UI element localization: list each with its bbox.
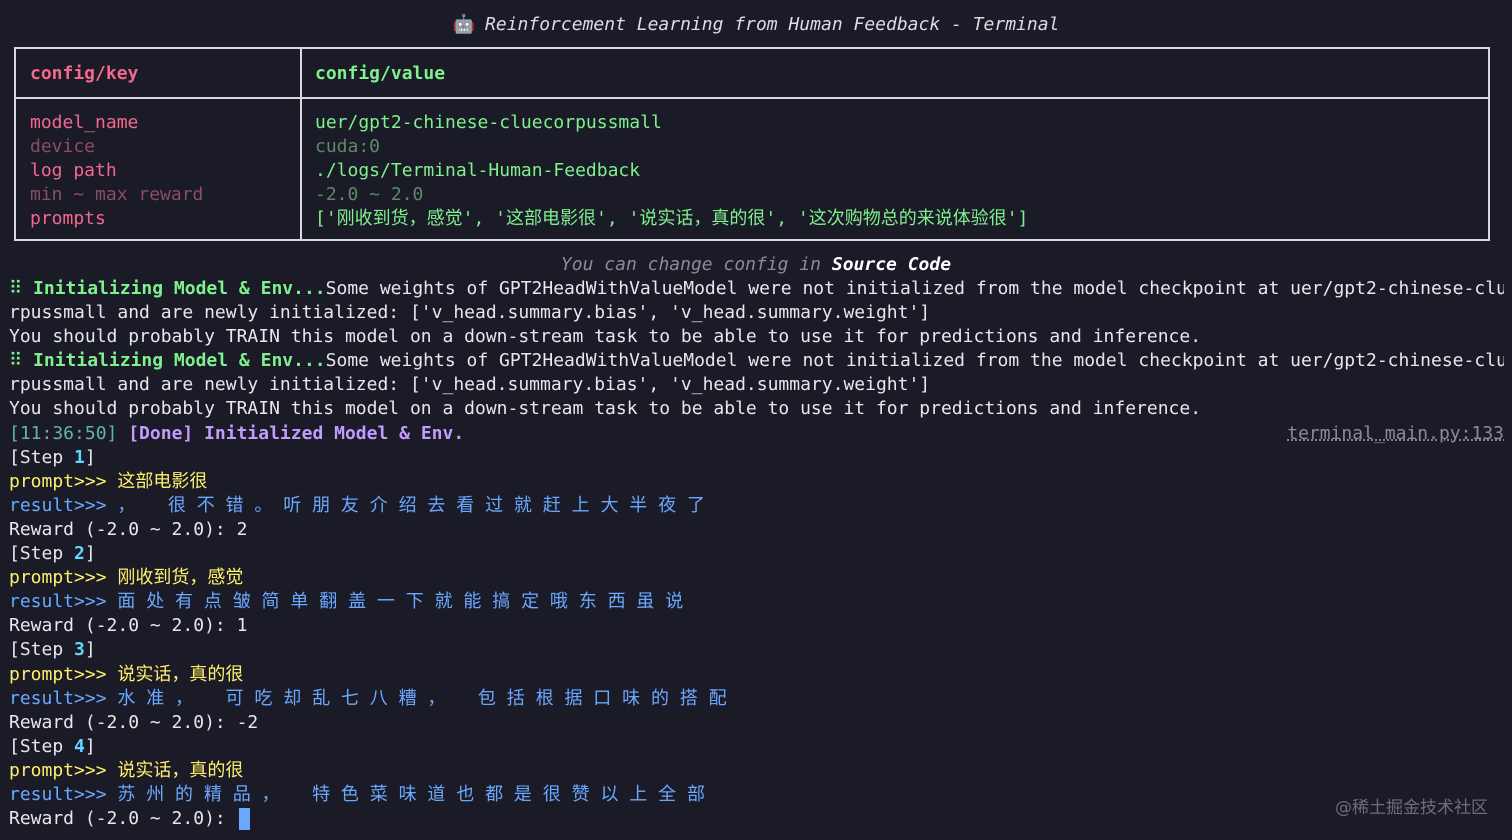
step-suffix: ]: [84, 446, 96, 468]
step-suffix: ]: [84, 639, 96, 661]
config-key-prompts: prompts: [30, 208, 106, 229]
reward-value: 2: [236, 518, 248, 540]
robot-icon: 🤖: [452, 14, 476, 35]
reward-input-line[interactable]: Reward (-2.0 ~ 2.0):: [9, 807, 1504, 831]
step-number: 2: [74, 543, 85, 565]
config-table: config/key config/value model_name devic…: [14, 47, 1490, 241]
reward-line: Reward (-2.0 ~ 2.0): 1: [9, 614, 1504, 638]
reward-line: Reward (-2.0 ~ 2.0): 2: [9, 518, 1504, 542]
config-key-model-name: model_name: [30, 112, 139, 133]
prompt-label: prompt>>>: [9, 663, 118, 685]
reward-value: 1: [236, 615, 248, 637]
reward-label: Reward (-2.0 ~ 2.0):: [9, 518, 237, 540]
step-number: 3: [74, 639, 85, 661]
prompt-line: prompt>>> 说实话，真的很: [9, 663, 1504, 687]
prompt-label: prompt>>>: [9, 759, 118, 781]
done-line: [11:36:50] [Done] Initialized Model & En…: [9, 422, 1504, 446]
result-text: 苏 州 的 精 品 ， 特 色 菜 味 道 也 都 是 很 赞 以 上 全 部: [117, 783, 705, 805]
timestamp: [11:36:50]: [9, 422, 118, 444]
result-text: 水 准 ， 可 吃 却 乱 七 八 糟 ， 包 括 根 据 口 味 的 搭 配: [117, 687, 727, 709]
config-value-device: cuda:0: [315, 136, 381, 157]
terminal-cursor: [238, 808, 250, 831]
config-hint-source: Source Code: [831, 254, 952, 275]
step-header: [Step 1]: [9, 446, 1504, 470]
config-keys: model_name device log path min ~ max rew…: [30, 111, 203, 231]
init-line: rpussmall and are newly initialized: ['v…: [9, 302, 931, 324]
step-number: 1: [74, 446, 85, 468]
prompt-line: prompt>>> 这部电影很: [9, 470, 1504, 494]
window-title-text: Reinforcement Learning from Human Feedba…: [485, 14, 1060, 35]
step-number: 4: [74, 735, 85, 757]
reward-label: Reward (-2.0 ~ 2.0):: [9, 808, 237, 830]
config-key-log-path: log path: [30, 160, 117, 181]
result-line: result>>> 面 处 有 点 皱 简 单 翻 盖 一 下 就 能 搞 定 …: [9, 590, 1504, 614]
init-line: You should probably TRAIN this model on …: [9, 326, 1202, 348]
prompt-line: prompt>>> 刚收到货，感觉: [9, 566, 1504, 590]
config-value-log-path: ./logs/Terminal-Human-Feedback: [315, 160, 641, 181]
prompt-text: 说实话，真的很: [117, 663, 244, 685]
step-header: [Step 2]: [9, 542, 1504, 566]
config-value-model-name: uer/gpt2-chinese-cluecorpussmall: [315, 112, 662, 133]
result-text: ， 很 不 错 。 听 朋 友 介 绍 去 看 过 就 赶 上 大 半 夜 了: [117, 494, 705, 516]
init-message: Some weights of GPT2HeadWithValueModel w…: [325, 350, 1504, 372]
reward-label: Reward (-2.0 ~ 2.0):: [9, 615, 237, 637]
prompt-text: 刚收到货，感觉: [117, 567, 244, 589]
config-hint-text: You can change config in: [560, 254, 832, 275]
step-suffix: ]: [84, 543, 96, 565]
prompt-text: 这部电影很: [117, 470, 208, 492]
reward-label: Reward (-2.0 ~ 2.0):: [9, 711, 237, 733]
config-value-reward-range: -2.0 ~ 2.0: [315, 184, 424, 205]
result-line: result>>> 水 准 ， 可 吃 却 乱 七 八 糟 ， 包 括 根 据 …: [9, 687, 1504, 711]
prompt-text: 说实话，真的很: [117, 759, 244, 781]
result-line: result>>> ， 很 不 错 。 听 朋 友 介 绍 去 看 过 就 赶 …: [9, 494, 1504, 518]
terminal-output: ⠿ Initializing Model & Env...Some weight…: [9, 277, 1504, 831]
result-label: result>>>: [9, 494, 118, 516]
init-line: You should probably TRAIN this model on …: [9, 398, 1202, 420]
step-header: [Step 4]: [9, 735, 1504, 759]
result-label: result>>>: [9, 591, 118, 613]
prompt-label: prompt>>>: [9, 470, 118, 492]
result-label: result>>>: [9, 687, 118, 709]
init-line: ⠿ Initializing Model & Env...Some weight…: [9, 349, 1504, 373]
config-header-value: config/value: [315, 63, 446, 84]
prompt-label: prompt>>>: [9, 567, 118, 589]
config-key-reward-range: min ~ max reward: [30, 184, 204, 205]
config-header-divider: [16, 97, 1488, 99]
spinner-icon: ⠿: [9, 350, 23, 372]
step-prefix: [Step: [9, 639, 75, 661]
done-message: [Done] Initialized Model & Env.: [128, 422, 465, 444]
init-line: ⠿ Initializing Model & Env...Some weight…: [9, 277, 1504, 301]
step-prefix: [Step: [9, 543, 75, 565]
init-label: Initializing Model & Env...: [33, 278, 326, 299]
step-suffix: ]: [84, 735, 96, 757]
config-key-device: device: [30, 136, 96, 157]
step-header: [Step 3]: [9, 638, 1504, 662]
init-label: Initializing Model & Env...: [33, 350, 326, 372]
config-header-key: config/key: [30, 63, 139, 84]
step-prefix: [Step: [9, 446, 75, 468]
reward-line: Reward (-2.0 ~ 2.0): -2: [9, 711, 1504, 735]
prompt-line: prompt>>> 说实话，真的很: [9, 759, 1504, 783]
source-link[interactable]: terminal_main.py:133: [1287, 422, 1504, 446]
result-text: 面 处 有 点 皱 简 单 翻 盖 一 下 就 能 搞 定 哦 东 西 虽 说: [117, 591, 684, 613]
config-value-prompts: ['刚收到货，感觉', '这部电影很', '说实话，真的很', '这次购物总的来…: [315, 208, 1029, 229]
reward-value: -2: [236, 711, 259, 733]
watermark: @稀土掘金技术社区: [1335, 798, 1488, 818]
init-line: rpussmall and are newly initialized: ['v…: [9, 374, 931, 396]
init-message: Some weights of GPT2HeadWithValueModel w…: [325, 278, 1504, 299]
config-hint: You can change config in Source Code: [0, 253, 1512, 277]
result-label: result>>>: [9, 783, 118, 805]
config-values: uer/gpt2-chinese-cluecorpussmall cuda:0 …: [315, 111, 1028, 231]
spinner-icon: ⠿: [9, 278, 23, 299]
config-column-divider: [300, 49, 302, 239]
window-title: 🤖 Reinforcement Learning from Human Feedb…: [0, 12, 1512, 38]
step-prefix: [Step: [9, 735, 75, 757]
result-line: result>>> 苏 州 的 精 品 ， 特 色 菜 味 道 也 都 是 很 …: [9, 783, 1504, 807]
